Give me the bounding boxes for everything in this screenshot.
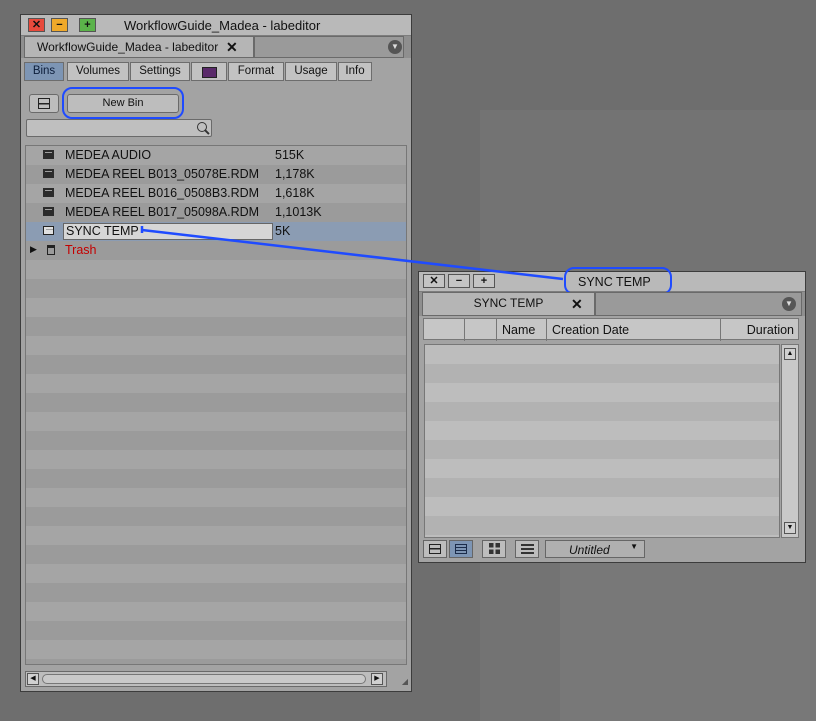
tab-project[interactable]: WorkflowGuide_Madea - labeditor (24, 36, 254, 58)
tab-info[interactable]: Info (338, 62, 372, 81)
tab-empty-area (254, 36, 404, 58)
zoom-window-button[interactable]: + (473, 274, 495, 288)
close-tab-icon[interactable]: ✕ (571, 296, 583, 313)
scroll-right-icon[interactable]: ▶ (371, 673, 383, 685)
bin-bottom-bar: Untitled ▼ (423, 539, 801, 559)
frame-view-icon (488, 543, 500, 554)
project-section-tabs: Bins Volumes Settings Format Usage Info (24, 62, 404, 82)
minimize-window-button[interactable]: − (448, 274, 470, 288)
tab-empty-area (595, 292, 802, 316)
list-item-trash[interactable]: ▶ Trash (26, 241, 406, 260)
bin-size: 1,618K (275, 186, 315, 200)
scroll-down-icon[interactable]: ▼ (784, 522, 796, 534)
search-icon-handle (204, 129, 210, 135)
close-window-button[interactable]: ✕ (28, 18, 45, 32)
list-item[interactable]: MEDEA AUDIO 515K (26, 146, 406, 165)
tab-usage[interactable]: Usage (285, 62, 337, 81)
resize-grip-icon[interactable]: ◢ (402, 677, 408, 686)
tab-menu-icon[interactable]: ▼ (782, 297, 796, 311)
close-tab-icon[interactable]: ✕ (226, 39, 238, 56)
bin-name: MEDEA REEL B017_05098A.RDM (65, 205, 260, 219)
bin-panel-toggle-button[interactable] (423, 540, 447, 558)
bin-icon (43, 150, 54, 159)
bin-size: 5K (275, 224, 291, 238)
panel-layout-icon (429, 544, 441, 554)
bin-size: 1,178K (275, 167, 315, 181)
window-title: WorkflowGuide_Madea - labeditor (124, 18, 321, 33)
project-tab-row: WorkflowGuide_Madea - labeditor ✕ ▼ (21, 36, 411, 58)
bin-view-select[interactable]: Untitled ▼ (545, 540, 645, 558)
list-item[interactable]: MEDEA REEL B013_05078E.RDM 1,178K (26, 165, 406, 184)
bin-column-header: Name Creation Date Duration (423, 318, 799, 341)
project-titlebar[interactable]: ✕ − + WorkflowGuide_Madea - labeditor (21, 15, 411, 36)
tab-settings[interactable]: Settings (130, 62, 190, 81)
frame-view-button[interactable] (482, 540, 506, 558)
bin-list: MEDEA AUDIO 515K MEDEA REEL B013_05078E.… (25, 145, 407, 665)
column-header-icon[interactable] (424, 319, 465, 341)
trash-icon (47, 245, 55, 255)
tab-format[interactable]: Format (228, 62, 284, 81)
bin-view-label: Untitled (569, 543, 610, 557)
tab-bins[interactable]: Bins (24, 62, 64, 81)
panel-layout-icon (38, 98, 50, 109)
tab-label: WorkflowGuide_Madea - labeditor (37, 40, 219, 54)
script-view-button[interactable] (515, 540, 539, 558)
scroll-up-icon[interactable]: ▲ (784, 348, 796, 360)
new-bin-highlight (62, 87, 184, 119)
bin-size: 515K (275, 148, 305, 162)
column-header-name[interactable]: Name (497, 319, 547, 341)
vertical-scrollbar[interactable]: ▲ ▼ (781, 344, 799, 538)
scroll-thumb[interactable] (42, 674, 366, 684)
tab-volumes[interactable]: Volumes (67, 62, 129, 81)
chevron-down-icon: ▼ (630, 542, 638, 551)
scroll-left-icon[interactable]: ◀ (27, 673, 39, 685)
disclosure-triangle-icon[interactable]: ▶ (30, 244, 37, 255)
zoom-window-button[interactable]: + (79, 18, 96, 32)
bin-contents-list[interactable] (424, 344, 780, 538)
close-window-button[interactable]: ✕ (423, 274, 445, 288)
text-view-icon (455, 544, 467, 554)
media-tool-icon (201, 67, 217, 78)
list-item[interactable]: MEDEA REEL B016_0508B3.RDM 1,618K (26, 184, 406, 203)
tab-label: SYNC TEMP (473, 296, 544, 310)
tab-bin[interactable]: SYNC TEMP (422, 292, 595, 316)
background-panel (560, 560, 816, 721)
column-header-creation-date[interactable]: Creation Date (547, 319, 721, 341)
text-view-button[interactable] (449, 540, 473, 558)
bin-size: 1,1013K (275, 205, 322, 219)
tab-media-tool[interactable] (191, 62, 227, 81)
column-header-duration[interactable]: Duration (721, 319, 798, 341)
bin-title-highlight (564, 267, 672, 295)
bin-name: MEDEA REEL B016_0508B3.RDM (65, 186, 260, 200)
bin-name: MEDEA AUDIO (65, 148, 152, 162)
bin-name: MEDEA REEL B013_05078E.RDM (65, 167, 260, 181)
bin-view-toggle-button[interactable] (29, 94, 59, 113)
horizontal-scrollbar[interactable]: ◀ ▶ (25, 671, 387, 687)
project-window: ✕ − + WorkflowGuide_Madea - labeditor Wo… (20, 14, 412, 692)
open-bin-icon (43, 226, 54, 235)
bin-icon (43, 188, 54, 197)
script-view-icon (520, 544, 534, 554)
bin-icon (43, 207, 54, 216)
bin-tab-row: SYNC TEMP ✕ ▼ (419, 292, 805, 316)
bin-icon (43, 169, 54, 178)
bin-search-input[interactable] (26, 119, 212, 137)
list-item[interactable]: MEDEA REEL B017_05098A.RDM 1,1013K (26, 203, 406, 222)
column-header-mark[interactable] (465, 319, 497, 341)
bin-name-edit-field[interactable]: SYNC TEMP (63, 223, 273, 240)
tab-menu-icon[interactable]: ▼ (388, 40, 402, 54)
list-item-selected[interactable]: SYNC TEMP 5K (26, 222, 406, 241)
minimize-window-button[interactable]: − (51, 18, 68, 32)
trash-label: Trash (65, 243, 97, 257)
bin-window: ✕ − + SYNC TEMP SYNC TEMP ✕ ▼ Name Creat… (418, 267, 806, 563)
